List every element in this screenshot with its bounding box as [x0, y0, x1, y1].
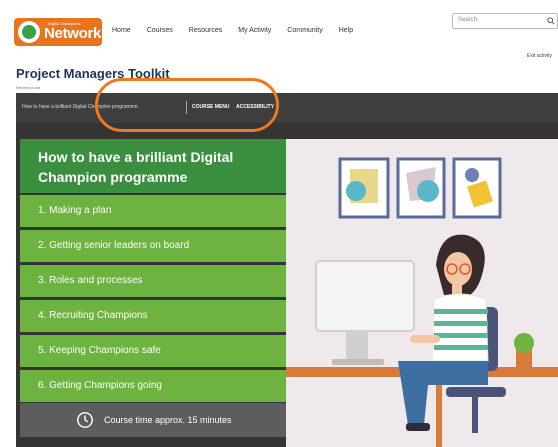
nav-courses[interactable]: Courses: [147, 27, 173, 34]
nav-my-activity[interactable]: My Activity: [238, 27, 271, 34]
network-logo[interactable]: Digital Champions Network: [14, 18, 102, 46]
course-illustration: [286, 139, 558, 447]
course-heading: How to have a brilliant Digital Champion…: [38, 149, 234, 185]
potted-plant: [514, 333, 534, 367]
site-header: Digital Champions Network Home Courses R…: [0, 0, 558, 64]
menu-item-roles-processes[interactable]: 3. Roles and processes: [20, 265, 286, 297]
course-heading-block: How to have a brilliant Digital Champion…: [20, 139, 286, 193]
clock-icon: [77, 412, 93, 428]
search-icon[interactable]: [547, 17, 555, 25]
menu-item-keeping-champions-safe[interactable]: 5. Keeping Champions safe: [20, 335, 286, 367]
nav-community[interactable]: Community: [287, 27, 322, 34]
menu-item-label: 4. Recruiting Champions: [38, 310, 148, 321]
search-input[interactable]: Search: [452, 13, 558, 29]
nav-help[interactable]: Help: [339, 27, 353, 34]
logo-mark-icon: [18, 21, 40, 43]
menu-item-making-a-plan[interactable]: 1. Making a plan: [20, 195, 286, 227]
course-stage: How to have a brilliant Digital Champion…: [16, 123, 558, 447]
highlight-ring-annotation: [95, 78, 279, 132]
computer-monitor: [315, 260, 415, 365]
course-time-bar: Course time approx. 15 minutes: [20, 403, 286, 437]
wall-art-frames: [338, 157, 502, 219]
menu-item-label: 1. Making a plan: [38, 205, 112, 216]
search-placeholder: Search: [458, 17, 478, 23]
main-nav: Home Courses Resources My Activity Commu…: [112, 27, 353, 34]
exit-activity-link[interactable]: Exit activity: [527, 53, 552, 59]
menu-item-senior-leaders[interactable]: 2. Getting senior leaders on board: [20, 230, 286, 262]
menu-item-recruiting-champions[interactable]: 4. Recruiting Champions: [20, 300, 286, 332]
nav-resources[interactable]: Resources: [189, 27, 222, 34]
menu-item-label: 5. Keeping Champions safe: [38, 345, 161, 356]
course-time-text: Course time approx. 15 minutes: [104, 415, 232, 425]
menu-item-label: 2. Getting senior leaders on board: [38, 240, 190, 251]
menu-item-getting-champions-going[interactable]: 6. Getting Champions going: [20, 370, 286, 402]
page-subtitle: Review mode: [16, 85, 41, 90]
menu-item-label: 6. Getting Champions going: [38, 380, 162, 391]
woman-at-computer-illustration: [286, 157, 558, 447]
logo-text: Network: [44, 25, 102, 42]
nav-home[interactable]: Home: [112, 27, 131, 34]
menu-item-label: 3. Roles and processes: [38, 275, 143, 286]
